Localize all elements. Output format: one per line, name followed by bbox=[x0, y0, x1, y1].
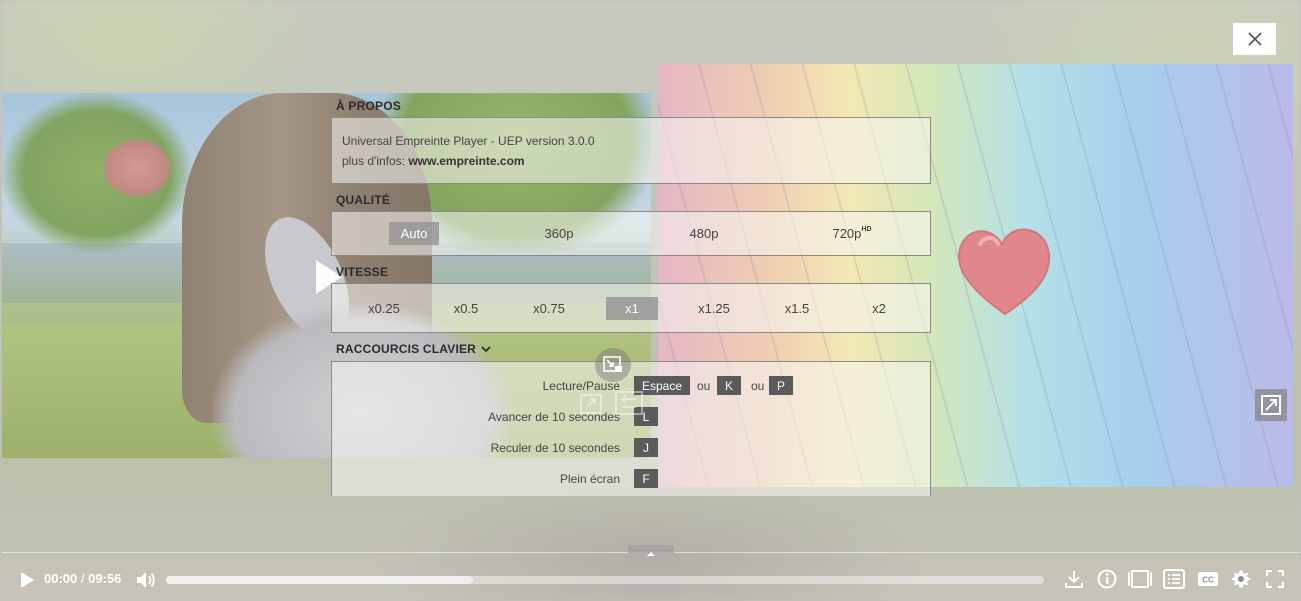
progress-bar[interactable] bbox=[166, 576, 1044, 584]
time-display: 00:00 / 09:56 bbox=[44, 571, 122, 586]
player-modal: À PROPOS Universal Empreinte Player - UE… bbox=[0, 0, 1301, 601]
picture-in-picture-icon[interactable] bbox=[595, 348, 631, 382]
shortcuts-box: Lecture/Pause Espace ou K ou P Avancer d… bbox=[331, 361, 931, 496]
speed-option-0.25[interactable]: x0.25 bbox=[353, 284, 415, 332]
captions-button[interactable]: CC bbox=[1196, 566, 1220, 592]
layout-button[interactable] bbox=[1126, 566, 1154, 592]
speed-option-0.5[interactable]: x0.5 bbox=[435, 284, 497, 332]
speed-option-1.5[interactable]: x1.5 bbox=[766, 284, 828, 332]
fullscreen-button[interactable] bbox=[1263, 566, 1287, 592]
swap-icon[interactable] bbox=[614, 390, 644, 416]
chapters-icon bbox=[1163, 569, 1185, 589]
settings-button[interactable] bbox=[1229, 566, 1253, 592]
chevron-down-icon bbox=[481, 346, 491, 353]
download-button[interactable] bbox=[1062, 566, 1086, 592]
hd-badge: HD bbox=[861, 226, 872, 233]
expand-icon[interactable] bbox=[579, 393, 603, 415]
quality-option-480p[interactable]: 480p bbox=[667, 212, 741, 255]
key-p: P bbox=[769, 376, 793, 395]
gear-icon bbox=[1231, 570, 1251, 588]
volume-button[interactable] bbox=[134, 568, 158, 592]
about-link[interactable]: www.empreinte.com bbox=[408, 154, 524, 168]
quality-title: QUALITÉ bbox=[336, 193, 391, 207]
info-icon bbox=[1097, 569, 1117, 589]
key-j: J bbox=[634, 438, 658, 457]
key-k: K bbox=[717, 376, 741, 395]
close-button[interactable] bbox=[1233, 23, 1276, 55]
current-time: 00:00 bbox=[44, 571, 78, 586]
cc-icon: CC bbox=[1198, 572, 1218, 586]
settings-panel: À PROPOS Universal Empreinte Player - UE… bbox=[331, 93, 931, 496]
buffered-bar bbox=[166, 576, 474, 584]
key-f: F bbox=[634, 469, 658, 488]
speed-option-1.25[interactable]: x1.25 bbox=[683, 284, 745, 332]
close-icon bbox=[1247, 32, 1262, 46]
chevron-up-icon bbox=[647, 552, 655, 556]
about-version: Universal Empreinte Player - UEP version… bbox=[342, 134, 595, 148]
shortcut-row: Reculer de 10 secondes J bbox=[332, 438, 930, 460]
speed-title: VITESSE bbox=[336, 265, 389, 279]
about-title: À PROPOS bbox=[336, 99, 401, 113]
quality-option-720p[interactable]: 720p HD bbox=[812, 212, 892, 255]
download-icon bbox=[1065, 571, 1083, 588]
chapters-button[interactable] bbox=[1162, 566, 1186, 592]
play-button[interactable] bbox=[16, 569, 38, 591]
speed-box: x0.25 x0.5 x0.75 x1 x1.25 x1.5 x2 bbox=[331, 283, 931, 333]
volume-icon bbox=[137, 572, 155, 588]
fullscreen-icon bbox=[1266, 570, 1284, 588]
duration: 09:56 bbox=[88, 571, 122, 586]
quality-box: Auto 360p 480p 720p HD bbox=[331, 211, 931, 256]
info-button[interactable] bbox=[1095, 566, 1119, 592]
layout-icon bbox=[1128, 570, 1152, 588]
side-video-expand-icon[interactable] bbox=[1255, 389, 1287, 421]
speed-option-2[interactable]: x2 bbox=[848, 284, 910, 332]
control-bar: 00:00 / 09:56 CC bbox=[0, 560, 1301, 601]
speed-option-0.75[interactable]: x0.75 bbox=[518, 284, 580, 332]
about-more-info: plus d'infos: www.empreinte.com bbox=[342, 154, 525, 168]
play-icon bbox=[21, 572, 34, 588]
shortcut-row: Plein écran F bbox=[332, 469, 930, 491]
svg-text:CC: CC bbox=[1202, 576, 1214, 585]
shortcuts-toggle[interactable]: RACCOURCIS CLAVIER bbox=[336, 342, 492, 356]
control-bar-handle[interactable] bbox=[628, 545, 674, 556]
quality-option-360p[interactable]: 360p bbox=[522, 212, 596, 255]
speed-option-1[interactable]: x1 bbox=[604, 284, 660, 332]
shortcuts-title: RACCOURCIS CLAVIER bbox=[336, 342, 477, 356]
quality-option-auto[interactable]: Auto bbox=[372, 212, 456, 255]
about-box: Universal Empreinte Player - UEP version… bbox=[331, 117, 931, 184]
